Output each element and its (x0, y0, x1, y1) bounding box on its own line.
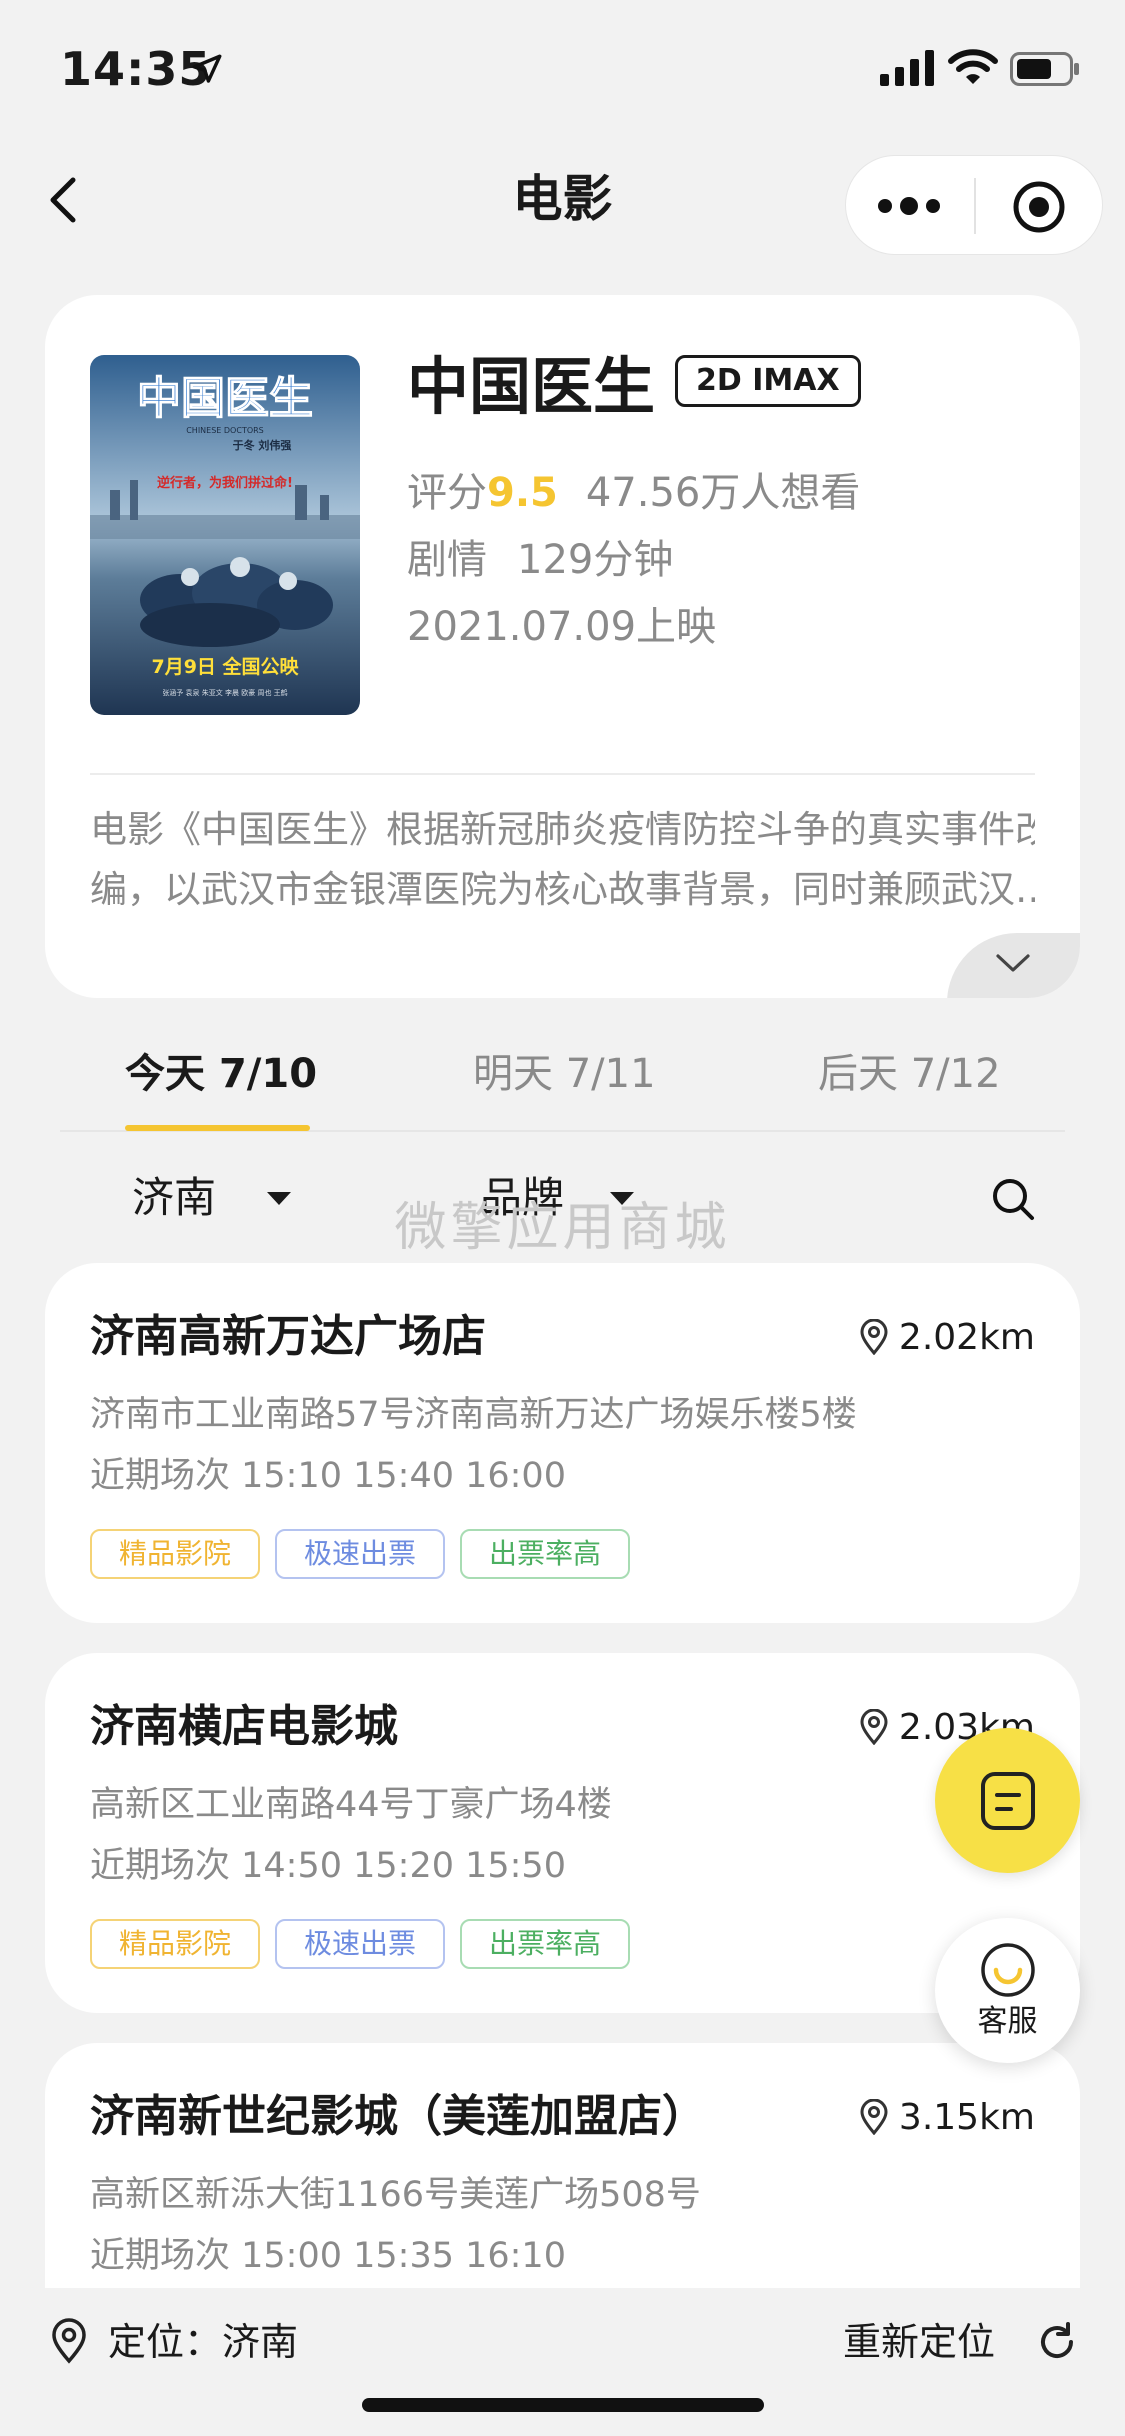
score-label: 评分 (407, 470, 487, 516)
status-bar: 14:35 (0, 0, 1125, 135)
chat-icon (981, 1772, 1035, 1830)
poster-release: 7月9日 全国公映 (151, 655, 299, 678)
genre: 剧情 (407, 537, 487, 583)
target-icon[interactable] (1011, 179, 1067, 235)
tab-label: 明天 (473, 1051, 553, 1097)
tab-label: 后天 (818, 1051, 898, 1097)
battery-icon (1010, 52, 1079, 86)
synopsis: 电影《中国医生》根据新冠肺炎疫情防控斗争的真实事件改 编，以武汉市金银潭医院为核… (90, 800, 1035, 920)
tab-tomorrow[interactable]: 明天 7/11 (473, 1036, 656, 1112)
poster-subtitle: CHINESE DOCTORS (186, 426, 264, 435)
cinema-showtimes: 近期场次 14:50 15:20 15:50 (90, 1846, 566, 1886)
synopsis-line: 编，以武汉市金银潭医院为核心故事背景，同时兼顾武汉… (90, 868, 1035, 911)
cinema-address: 高新区新泺大街1166号美莲广场508号 (90, 2175, 701, 2215)
duration: 129分钟 (517, 537, 674, 583)
tag-high-rate: 出票率高 (460, 1919, 630, 1969)
poster-title: 中国医生 (137, 373, 313, 424)
movie-card: 中国医生 CHINESE DOCTORS 于冬 刘伟强 逆行者，为我们拼过命! … (45, 295, 1080, 998)
cinema-card[interactable]: 济南高新万达广场店 2.02km 济南市工业南路57号济南高新万达广场娱乐楼5楼… (45, 1263, 1080, 1623)
cinema-card[interactable]: 济南横店电影城 2.03km 高新区工业南路44号丁豪广场4楼 近期场次 14:… (45, 1653, 1080, 2013)
signal-icon (880, 50, 934, 86)
location-bar: 定位：济南 重新定位 (0, 2288, 1125, 2436)
date-tabs: 今天 7/10 明天 7/11 后天 7/12 (60, 1010, 1065, 1132)
tag-fast-ticket: 极速出票 (275, 1919, 445, 1969)
mini-program-capsule (845, 155, 1103, 255)
tab-label: 今天 (125, 1051, 205, 1097)
pin-icon (860, 2099, 888, 2135)
cinema-name: 济南横店电影城 (90, 1701, 398, 1752)
tab-date: 7/11 (565, 1051, 656, 1097)
customer-service-label: 客服 (977, 2004, 1038, 2039)
cinema-distance: 3.15km (859, 2091, 1035, 2145)
location-arrow-icon (192, 54, 222, 83)
tag-high-rate: 出票率高 (460, 1529, 630, 1579)
chat-button[interactable] (935, 1728, 1080, 1873)
cinema-distance: 2.02km (859, 1311, 1035, 1365)
tab-today[interactable]: 今天 7/10 (125, 1036, 317, 1112)
poster-image: 中国医生 CHINESE DOCTORS 于冬 刘伟强 逆行者，为我们拼过命! … (90, 355, 360, 715)
movie-title: 中国医生 (407, 350, 656, 423)
distance-value: 3.15km (898, 2097, 1035, 2138)
cinema-address: 高新区工业南路44号丁豪广场4楼 (90, 1785, 612, 1825)
divider (90, 773, 1035, 775)
customer-service-icon (981, 1943, 1035, 1997)
cinema-address: 济南市工业南路57号济南高新万达广场娱乐楼5楼 (90, 1395, 857, 1435)
tab-date: 7/10 (218, 1051, 318, 1097)
release-date: 2021.07.09上映 (407, 604, 717, 650)
pin-icon (860, 1709, 888, 1745)
rating-line: 评分9.5 47.56万人想看 (407, 463, 860, 523)
nav-bar: 电影 (0, 135, 1125, 265)
synopsis-line: 电影《中国医生》根据新冠肺炎疫情防控斗争的真实事件改 (90, 808, 1035, 851)
cinema-showtimes: 近期场次 15:00 15:35 16:10 (90, 2236, 566, 2276)
tag-fast-ticket: 极速出票 (275, 1529, 445, 1579)
tag-premium: 精品影院 (90, 1919, 260, 1969)
tab-date: 7/12 (910, 1051, 1001, 1097)
genre-line: 剧情 129分钟 (407, 530, 673, 590)
refresh-icon[interactable] (1035, 2320, 1079, 2364)
cinema-name: 济南新世纪影城（美莲加盟店） (90, 2091, 706, 2142)
watermark: 微擎应用商城 (394, 1198, 731, 1258)
chevron-down-icon (996, 954, 1030, 972)
status-time: 14:35 (60, 42, 212, 96)
score-value: 9.5 (487, 470, 558, 516)
relocate-button[interactable]: 重新定位 (843, 2314, 995, 2370)
more-icon[interactable] (876, 186, 942, 226)
poster-director: 于冬 刘伟强 (233, 438, 292, 452)
cinema-showtimes: 近期场次 15:10 15:40 16:00 (90, 1456, 566, 1496)
pin-icon (860, 1319, 888, 1355)
current-location: 定位：济南 (108, 2320, 299, 2364)
format-badge: 2D IMAX (675, 355, 861, 407)
tab-indicator (125, 1125, 310, 1131)
home-indicator (362, 2398, 764, 2412)
pin-icon (52, 2318, 86, 2364)
movie-poster[interactable]: 中国医生 CHINESE DOCTORS 于冬 刘伟强 逆行者，为我们拼过命! … (90, 355, 360, 715)
customer-service-button[interactable]: 客服 (935, 1918, 1080, 2063)
expand-synopsis-button[interactable] (947, 933, 1080, 998)
wifi-icon (948, 49, 998, 84)
poster-cast: 张涵予 袁泉 朱亚文 李晨 欧豪 周也 王鹤 (162, 688, 287, 697)
capsule-divider (974, 178, 976, 234)
tag-premium: 精品影院 (90, 1529, 260, 1579)
want-count: 47.56万人想看 (585, 470, 861, 516)
cinema-name: 济南高新万达广场店 (90, 1311, 486, 1362)
distance-value: 2.02km (898, 1317, 1035, 1358)
poster-slogan: 逆行者，为我们拼过命! (157, 475, 293, 491)
tab-day-after[interactable]: 后天 7/12 (818, 1036, 1001, 1112)
